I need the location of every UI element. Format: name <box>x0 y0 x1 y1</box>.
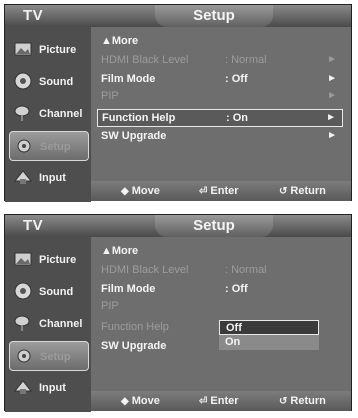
enter-icon: ⏎ <box>199 186 208 197</box>
sidebar-item-setup[interactable]: Setup <box>9 131 89 161</box>
menu-item-sw-upgrade[interactable]: SW Upgrade ► <box>97 128 343 146</box>
menu-item-label: Function Help <box>102 112 176 124</box>
top-bar: TV Setup <box>5 5 351 27</box>
sidebar-label-input: Input <box>39 172 66 184</box>
top-bar: TV Setup <box>5 215 351 237</box>
menu-item-value: : On <box>226 112 248 124</box>
sidebar-item-picture[interactable]: Picture <box>9 35 89 65</box>
sidebar: Picture Sound Channel Setup Input <box>5 237 91 412</box>
menu-item-label: ▲More <box>101 245 139 257</box>
tv-label: TV <box>23 217 44 234</box>
return-icon: ↺ <box>279 396 288 407</box>
sidebar-item-setup[interactable]: Setup <box>9 341 89 371</box>
menu-title-tab: Setup <box>155 5 273 27</box>
setup-icon <box>17 139 31 153</box>
menu-item-hdmi-black-level[interactable]: HDMI Black Level : Normal ► <box>97 52 343 70</box>
arrow-right-icon: ► <box>327 90 337 101</box>
sidebar-label-channel: Channel <box>39 318 83 330</box>
input-icon <box>13 380 33 394</box>
return-hint: ↺ Return <box>279 395 326 407</box>
menu-list: ▲More HDMI Black Level : Normal ► Film M… <box>91 27 351 172</box>
tv-label: TV <box>23 7 44 24</box>
return-hint: ↺ Return <box>279 185 326 197</box>
menu-item-label: Film Mode <box>101 73 156 85</box>
channel-icon <box>14 315 30 331</box>
sidebar-label-setup: Setup <box>40 141 71 153</box>
tv-setup-menu-screen-2: TV Setup Picture Sound Channel Setup Inp… <box>4 214 352 412</box>
menu-title: Setup <box>193 217 235 234</box>
arrow-right-icon: ► <box>327 73 337 84</box>
sidebar-item-input[interactable]: Input <box>9 373 89 403</box>
menu-item-label: ▲More <box>101 35 139 47</box>
sidebar-label-sound: Sound <box>39 286 74 298</box>
sidebar-label-picture: Picture <box>39 254 77 266</box>
sidebar-label-input: Input <box>39 382 66 394</box>
sidebar-item-channel[interactable]: Channel <box>9 99 89 129</box>
sidebar-label-sound: Sound <box>39 76 74 88</box>
move-icon: ◆ <box>121 396 129 407</box>
picture-icon <box>14 42 32 56</box>
tv-setup-menu-screen-1: TV Setup Picture Sound Channel Setup Inp… <box>4 4 352 202</box>
menu-item-label: HDMI Black Level <box>101 264 189 276</box>
menu-title: Setup <box>193 7 235 24</box>
menu-item-label: Function Help <box>101 321 169 333</box>
menu-item-value: : Normal <box>225 54 267 66</box>
menu-item-pip[interactable]: PIP <box>97 298 343 316</box>
sidebar-label-channel: Channel <box>39 108 83 120</box>
menu-item-film-mode[interactable]: Film Mode : Off <box>97 281 343 299</box>
move-hint: ◆ Move <box>121 395 160 407</box>
enter-hint: ⏎ Enter <box>199 185 239 197</box>
sound-icon <box>14 282 32 300</box>
menu-item-value: : Off <box>225 73 248 85</box>
menu-item-label: Film Mode <box>101 283 156 295</box>
menu-item-hdmi-black-level[interactable]: HDMI Black Level : Normal <box>97 262 343 280</box>
menu-item-label: PIP <box>101 90 119 102</box>
move-icon: ◆ <box>121 186 129 197</box>
sidebar-item-input[interactable]: Input <box>9 163 89 193</box>
return-icon: ↺ <box>279 186 288 197</box>
menu-list: ▲More HDMI Black Level : Normal Film Mod… <box>91 237 351 382</box>
menu-item-more[interactable]: ▲More <box>97 243 343 261</box>
dropdown-option-off[interactable]: Off <box>219 320 319 335</box>
menu-item-value: : Normal <box>225 264 267 276</box>
arrow-right-icon: ► <box>327 54 337 65</box>
enter-icon: ⏎ <box>199 396 208 407</box>
menu-item-label: PIP <box>101 300 119 312</box>
menu-item-value: : Off <box>225 283 248 295</box>
bottom-help-bar: ◆ Move ⏎ Enter ↺ Return <box>91 181 351 201</box>
menu-item-pip[interactable]: PIP ► <box>97 88 343 106</box>
sound-icon <box>14 72 32 90</box>
sidebar: Picture Sound Channel Setup Input <box>5 27 91 202</box>
menu-item-label: SW Upgrade <box>101 340 167 352</box>
menu-item-label: SW Upgrade <box>101 130 167 142</box>
menu-item-function-help[interactable]: Function Help : On ► <box>97 109 343 127</box>
sidebar-item-sound[interactable]: Sound <box>9 67 89 97</box>
sidebar-item-picture[interactable]: Picture <box>9 245 89 275</box>
menu-item-label: HDMI Black Level <box>101 54 189 66</box>
menu-item-more[interactable]: ▲More <box>97 33 343 51</box>
channel-icon <box>14 105 30 121</box>
picture-icon <box>14 252 32 266</box>
arrow-right-icon: ► <box>327 130 337 141</box>
sidebar-label-setup: Setup <box>40 351 71 363</box>
menu-item-film-mode[interactable]: Film Mode : Off ► <box>97 71 343 89</box>
arrow-right-icon: ► <box>326 112 336 123</box>
menu-item-sw-upgrade[interactable]: SW Upgrade <box>97 338 343 356</box>
bottom-help-bar: ◆ Move ⏎ Enter ↺ Return <box>91 391 351 411</box>
input-icon <box>13 170 33 184</box>
move-hint: ◆ Move <box>121 185 160 197</box>
sidebar-item-channel[interactable]: Channel <box>9 309 89 339</box>
enter-hint: ⏎ Enter <box>199 395 239 407</box>
sidebar-item-sound[interactable]: Sound <box>9 277 89 307</box>
menu-title-tab: Setup <box>155 215 273 237</box>
setup-icon <box>17 349 31 363</box>
sidebar-label-picture: Picture <box>39 44 77 56</box>
